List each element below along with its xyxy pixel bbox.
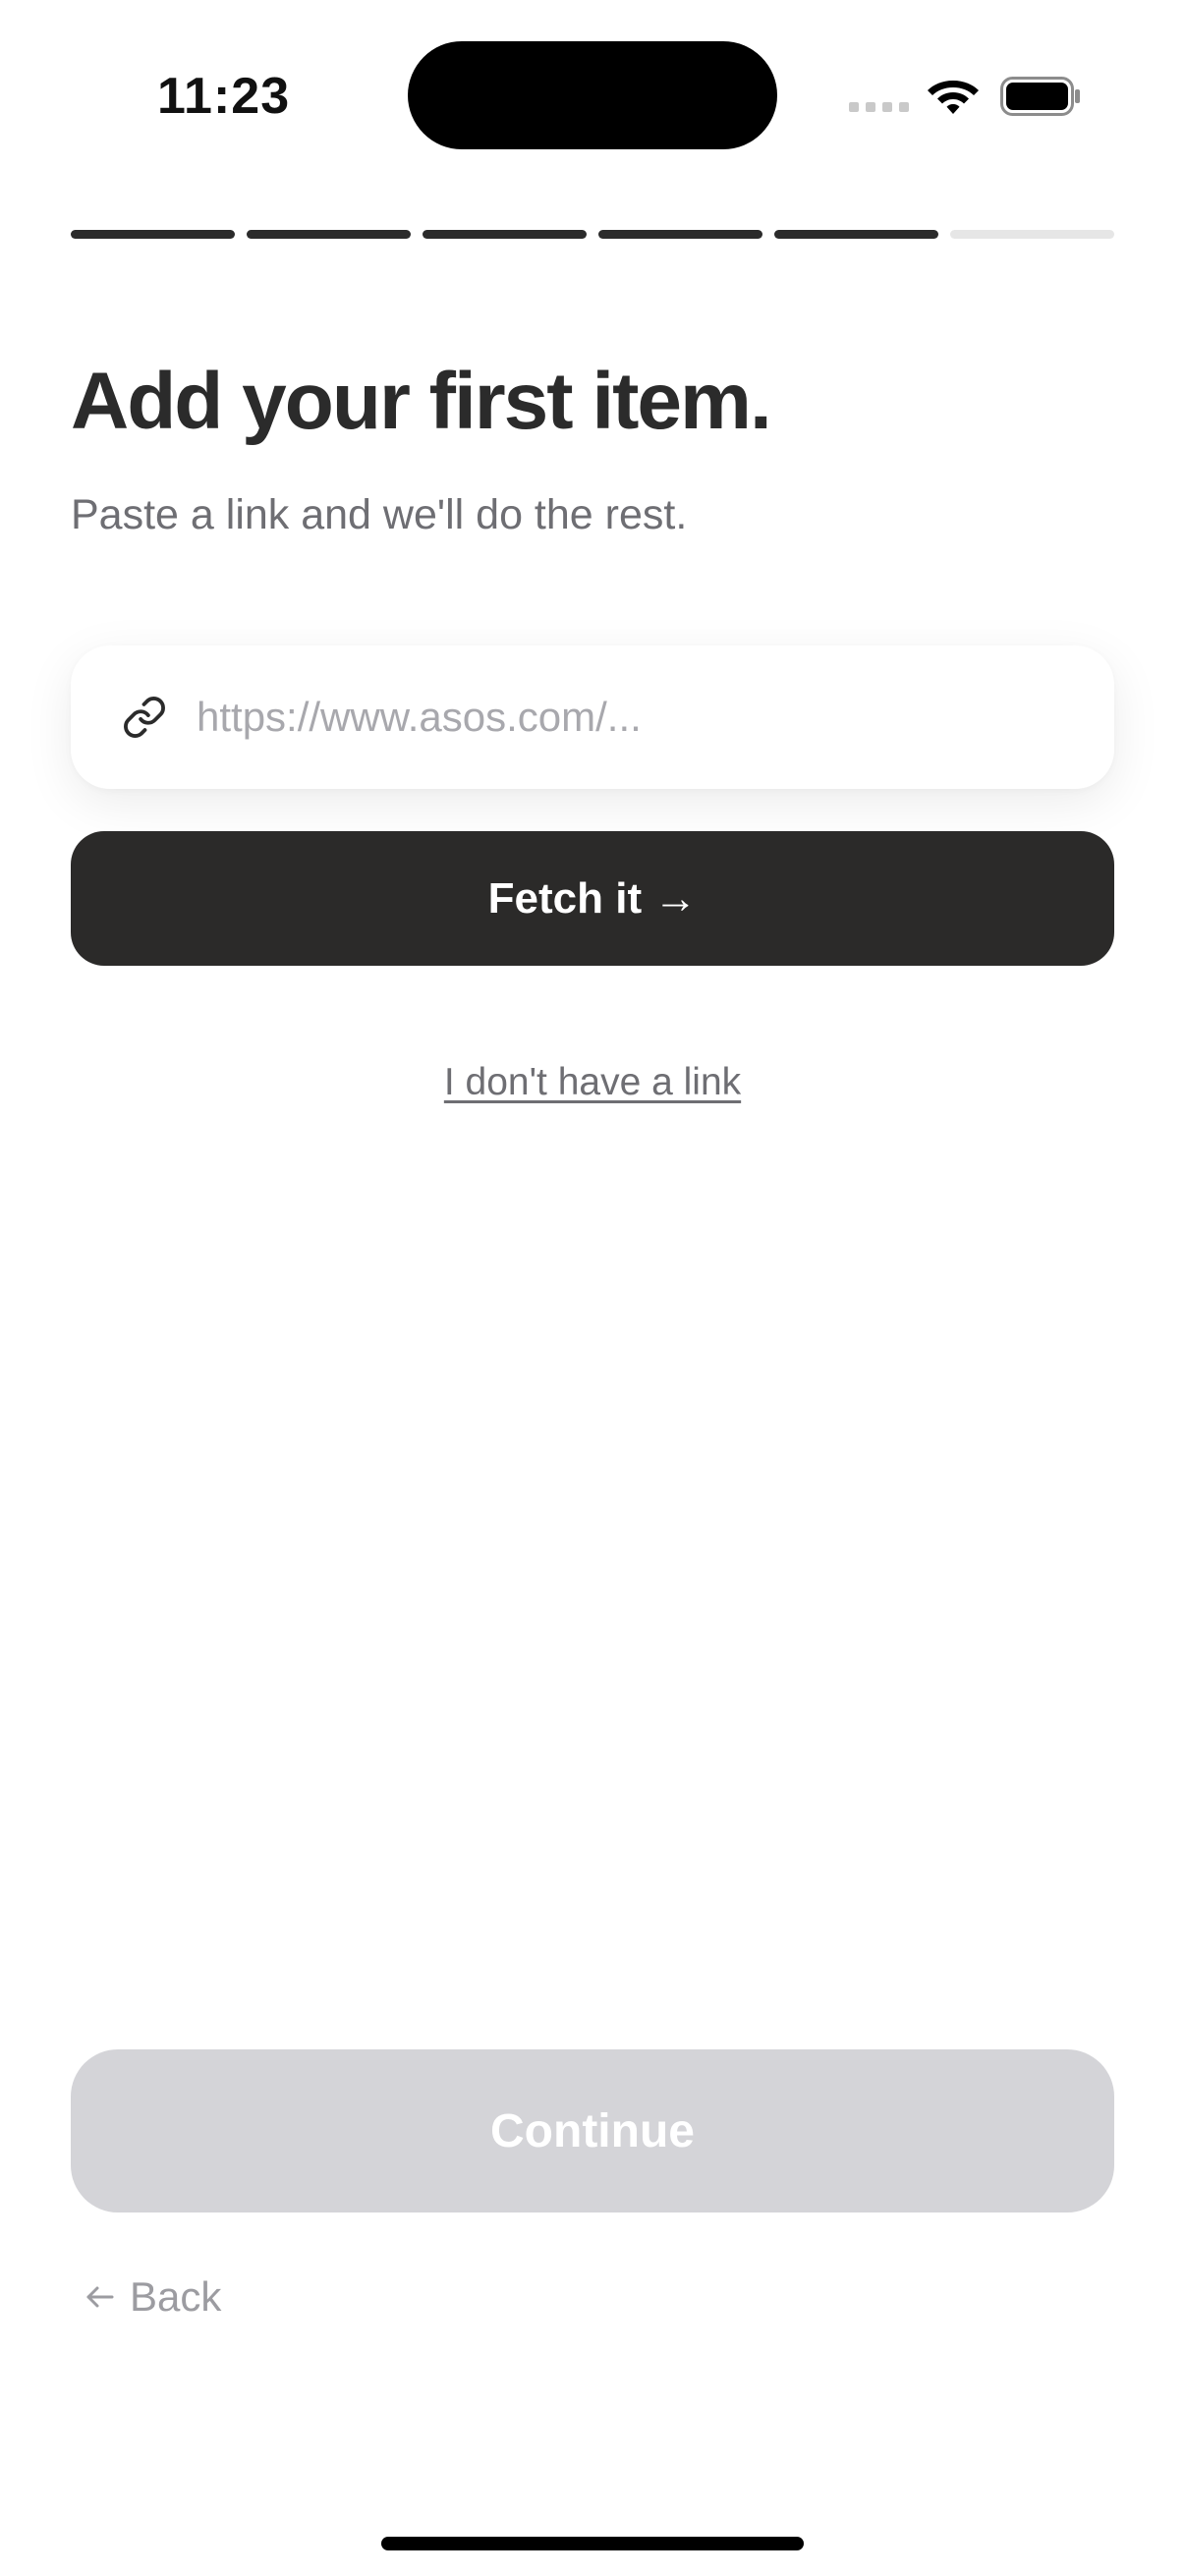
status-time: 11:23 <box>157 68 291 125</box>
page-subtitle: Paste a link and we'll do the rest. <box>71 491 688 538</box>
progress-step <box>423 230 587 239</box>
link-icon <box>124 697 165 738</box>
fetch-button[interactable]: Fetch it → <box>71 831 1114 966</box>
signal-dots-icon <box>849 102 909 112</box>
url-field[interactable] <box>71 645 1114 789</box>
no-link-button[interactable]: I don't have a link <box>0 1061 1185 1104</box>
progress-step <box>598 230 762 239</box>
url-input[interactable] <box>197 694 1061 741</box>
home-indicator[interactable] <box>381 2537 804 2550</box>
progress-step <box>71 230 235 239</box>
progress-step <box>247 230 411 239</box>
progress-steps <box>71 230 1114 239</box>
dynamic-island <box>408 41 777 149</box>
progress-step <box>950 230 1114 239</box>
arrow-left-icon <box>86 2286 114 2308</box>
back-button[interactable]: Back <box>83 2273 221 2321</box>
page-title: Add your first item. <box>71 357 772 446</box>
progress-step <box>774 230 938 239</box>
continue-button[interactable]: Continue <box>71 2049 1114 2212</box>
wifi-icon <box>928 81 979 114</box>
battery-icon <box>1000 77 1080 116</box>
back-label: Back <box>130 2273 222 2320</box>
